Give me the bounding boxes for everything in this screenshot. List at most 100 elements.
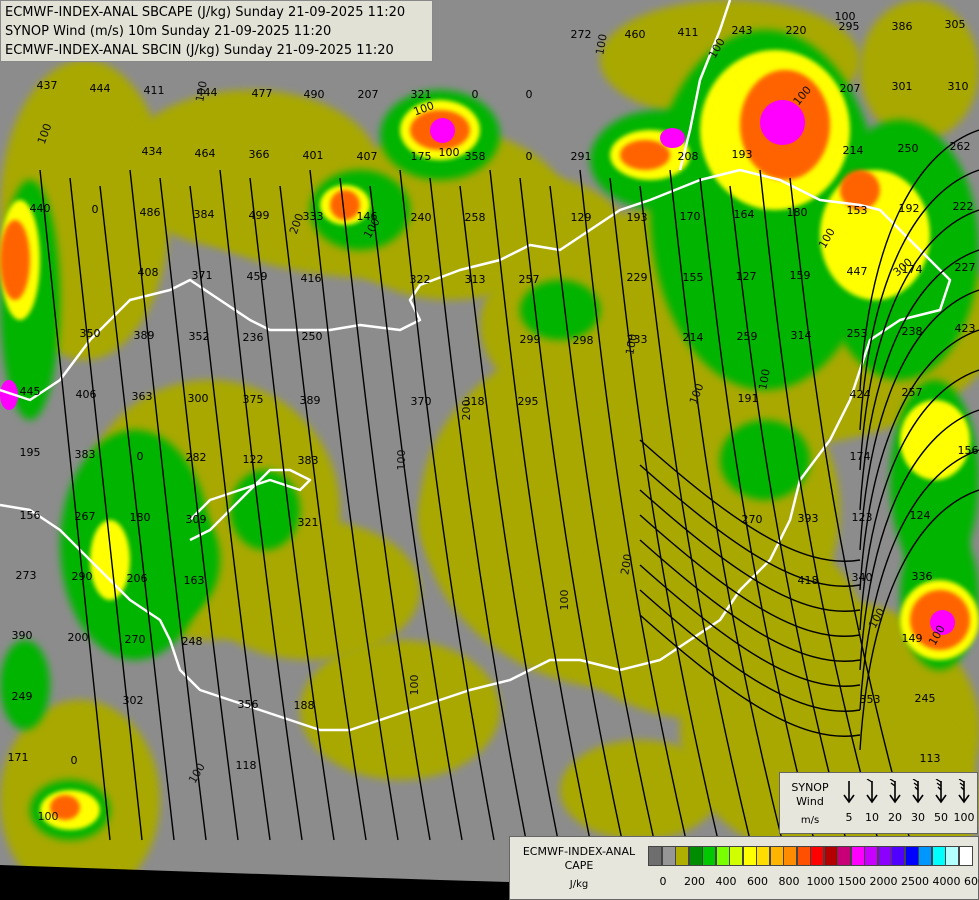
cape-value-label: 170 xyxy=(680,210,701,223)
synop-speed-label: 5 xyxy=(845,811,853,824)
cape-value-label: 191 xyxy=(738,392,759,405)
cape-value-label: 340 xyxy=(852,571,873,584)
cin-contour-label: 100 xyxy=(395,450,408,471)
cape-value-label: 464 xyxy=(195,147,216,160)
cape-value-label: 353 xyxy=(860,693,881,706)
cin-contour-label: 200 xyxy=(460,400,473,421)
cape-value-label: 386 xyxy=(892,20,913,33)
cape-tick-label: 200 xyxy=(684,875,705,888)
cape-low-region xyxy=(560,740,720,840)
cape-value-label: 193 xyxy=(627,211,648,224)
cape-value-label: 305 xyxy=(945,18,966,31)
cape-value-label: 313 xyxy=(465,273,486,286)
cape-title-line: ECMWF-INDEX-ANAL SBCAPE (J/kg) Sunday 21… xyxy=(5,5,406,20)
cape-value-label: 124 xyxy=(910,509,931,522)
cape-mid-region xyxy=(520,280,600,340)
cape-value-label: 214 xyxy=(683,331,704,344)
cape-value-label: 0 xyxy=(71,754,78,767)
cape-value-label: 322 xyxy=(410,273,431,286)
cape-color-swatch xyxy=(877,846,892,866)
cape-legend-unit: J/kg xyxy=(569,879,589,890)
cape-low-region xyxy=(420,460,540,580)
cape-color-swatch xyxy=(837,846,851,866)
wind-arrow-down-icon xyxy=(886,778,904,805)
cape-value-label: 393 xyxy=(798,512,819,525)
cape-value-label: 383 xyxy=(298,454,319,467)
cape-value-label: 309 xyxy=(186,513,207,526)
cape-color-swatch xyxy=(810,846,824,866)
cape-value-label: 180 xyxy=(130,511,151,524)
cin-contour-label: 100 xyxy=(558,590,571,611)
cape-value-label: 375 xyxy=(243,393,264,406)
synop-speed-label: 30 xyxy=(911,811,925,824)
cape-value-label: 122 xyxy=(243,453,264,466)
cape-color-swatch xyxy=(891,846,905,866)
cape-value-label: 445 xyxy=(20,385,41,398)
cape-value-label: 267 xyxy=(75,510,96,523)
cape-mid-region xyxy=(0,640,50,730)
cape-value-label: 192 xyxy=(899,202,920,215)
cape-value-label: 389 xyxy=(300,394,321,407)
wind-arrow-down-icon xyxy=(840,779,858,805)
cape-value-label: 321 xyxy=(411,88,432,101)
cape-tick-label: 600 xyxy=(747,875,768,888)
cape-value-label: 370 xyxy=(411,395,432,408)
cape-color-swatch xyxy=(958,846,973,866)
cape-value-label: 208 xyxy=(678,150,699,163)
cape-value-label: 336 xyxy=(912,570,933,583)
cape-value-label: 180 xyxy=(787,206,808,219)
cape-value-label: 229 xyxy=(627,271,648,284)
cape-value-label: 195 xyxy=(20,446,41,459)
cape-value-label: 444 xyxy=(90,82,111,95)
cape-color-swatch xyxy=(904,846,919,866)
cape-high-region xyxy=(900,400,970,480)
cape-color-swatch xyxy=(850,846,865,866)
cape-value-label: 262 xyxy=(950,140,971,153)
cape-value-label: 240 xyxy=(411,211,432,224)
cape-value-label: 416 xyxy=(301,272,322,285)
weather-map: 437 444 411 444 477 490 207 321 0 0272 460 411 243 22… xyxy=(0,0,979,900)
cape-tick-label: 1500 xyxy=(838,875,866,888)
cape-value-label: 222 xyxy=(953,200,974,213)
cape-value-label: 272 xyxy=(571,28,592,41)
cape-color-swatch xyxy=(945,846,959,866)
cape-value-label: 389 xyxy=(134,329,155,342)
cape-value-label: 290 xyxy=(72,570,93,583)
cape-value-label: 249 xyxy=(12,690,33,703)
cape-color-swatch xyxy=(783,846,797,866)
cape-value-label: 270 xyxy=(125,633,146,646)
synop-speed-label: 50 xyxy=(934,811,948,824)
cape-very-high-region xyxy=(0,220,30,300)
cape-color-swatch xyxy=(675,846,689,866)
cape-value-label: 310 xyxy=(948,80,969,93)
cape-value-label: 424 xyxy=(850,388,871,401)
cape-value-label: 236 xyxy=(243,331,264,344)
cape-value-label: 207 xyxy=(358,88,379,101)
cape-value-label: 486 xyxy=(140,206,161,219)
cape-value-label: 299 xyxy=(520,333,541,346)
cape-value-label: 238 xyxy=(902,325,923,338)
cape-value-label: 350 xyxy=(80,327,101,340)
cape-value-label: 245 xyxy=(915,692,936,705)
cape-value-label: 257 xyxy=(519,273,540,286)
cape-tick-label: 400 xyxy=(715,875,737,888)
synop-speed-label: 10 xyxy=(865,811,879,824)
cape-value-label: 253 xyxy=(847,327,868,340)
cape-value-label: 118 xyxy=(236,759,257,772)
cape-value-label: 259 xyxy=(737,330,758,343)
cape-value-label: 171 xyxy=(8,751,29,764)
cape-value-label: 273 xyxy=(16,569,37,582)
cape-tick-label: 1000 xyxy=(806,875,835,888)
cape-value-label: 243 xyxy=(732,24,753,37)
title-box: ECMWF-INDEX-ANAL SBCAPE (J/kg) Sunday 21… xyxy=(0,0,433,62)
cape-color-swatch xyxy=(715,846,730,866)
cape-value-label: 411 xyxy=(678,26,699,39)
cape-value-label: 300 xyxy=(188,392,209,405)
cape-color-swatch xyxy=(796,846,811,866)
cape-color-swatch xyxy=(769,846,784,866)
cape-value-label: 408 xyxy=(138,266,159,279)
cape-tick-label: 6000 xyxy=(964,875,979,888)
cape-value-label: 352 xyxy=(189,330,210,343)
cape-value-label: 411 xyxy=(144,84,165,97)
cape-color-swatch xyxy=(918,846,932,866)
